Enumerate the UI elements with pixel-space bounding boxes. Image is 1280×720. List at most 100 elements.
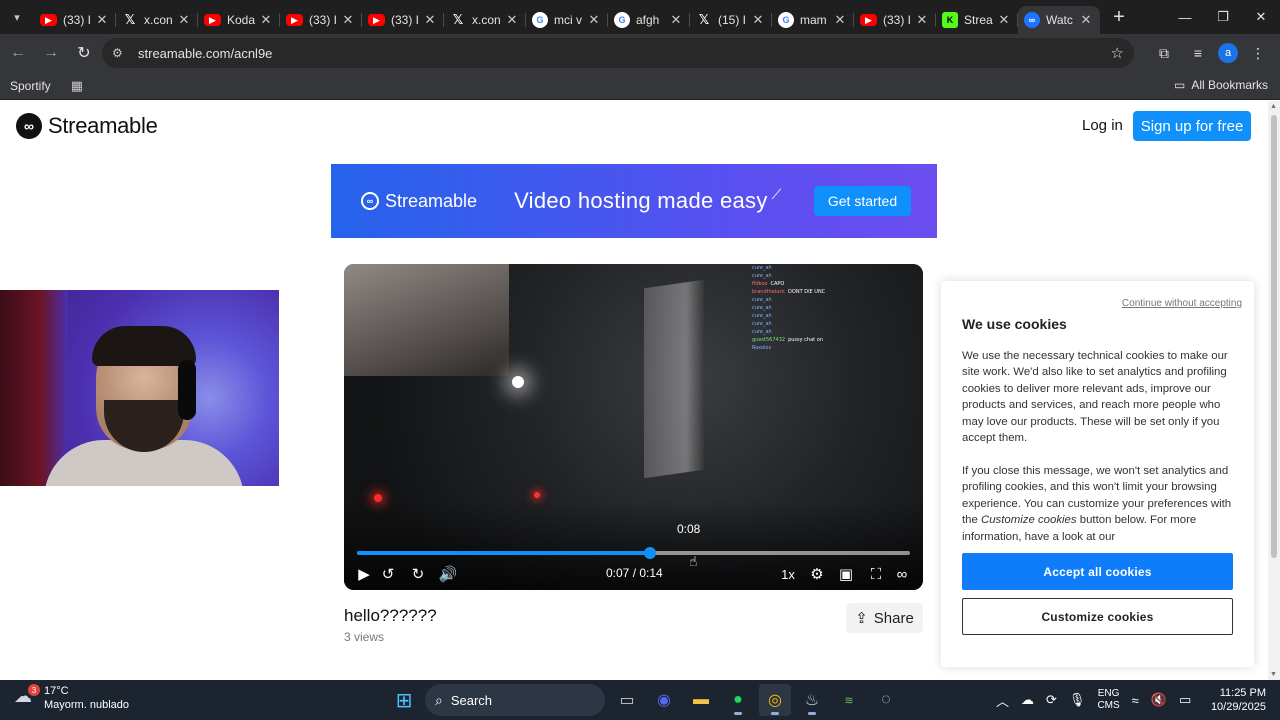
get-started-button[interactable]: Get started — [814, 186, 911, 216]
clock-time: 11:25 PM — [1219, 687, 1266, 699]
browser-tab[interactable]: ▶ (33) I ✕ — [280, 6, 362, 34]
tab-close-icon[interactable]: ✕ — [832, 12, 848, 28]
browser-tab[interactable]: ▶ (33) I ✕ — [34, 6, 116, 34]
steam-icon[interactable]: ♨ — [796, 684, 828, 716]
clock[interactable]: 11:25 PM 10/29/2025 — [1211, 686, 1266, 714]
scrollbar-thumb[interactable] — [1271, 115, 1277, 558]
onedrive-icon[interactable]: ☁ — [1021, 692, 1034, 708]
browser-tab[interactable]: 𝕏x.con ✕ — [116, 6, 198, 34]
browser-tab[interactable]: ▶ (33) I ✕ — [362, 6, 444, 34]
tab-close-icon[interactable]: ✕ — [586, 12, 602, 28]
back-button[interactable]: ← — [3, 38, 33, 68]
chat-message: CAPO — [770, 281, 785, 287]
wifi-icon[interactable]: ≈ — [1132, 693, 1139, 708]
new-tab-button[interactable]: + — [1104, 6, 1134, 29]
tab-close-icon[interactable]: ✕ — [1078, 12, 1094, 28]
menu-icon[interactable]: ⋮ — [1244, 39, 1272, 67]
battery-icon[interactable]: ▭ — [1179, 692, 1191, 708]
forward-button[interactable]: → — [36, 38, 66, 68]
scroll-down-icon[interactable]: ▼ — [1270, 671, 1277, 678]
video-player[interactable]: cure_ah cure_ah ffdkoo CAPO brandtheluck DONT… — [344, 264, 923, 590]
browser-tab[interactable]: Gmci v ✕ — [526, 6, 608, 34]
tab-close-icon[interactable]: ✕ — [750, 12, 766, 28]
tab-close-icon[interactable]: ✕ — [422, 12, 438, 28]
banner-brand: Streamable — [385, 190, 478, 211]
signup-button[interactable]: Sign up for free — [1133, 111, 1251, 141]
forward-icon[interactable]: ↻ — [408, 562, 428, 586]
tab-close-icon[interactable]: ✕ — [504, 12, 520, 28]
language-indicator[interactable]: ENG CMS — [1097, 688, 1119, 712]
seek-bar[interactable] — [357, 547, 910, 559]
browser-tab[interactable]: ▶ (33) I ✕ — [854, 6, 936, 34]
tab-close-icon[interactable]: ✕ — [258, 12, 274, 28]
site-info-icon[interactable]: ⚙ — [112, 46, 130, 60]
maximize-button[interactable]: ❐ — [1204, 0, 1242, 34]
chrome-icon[interactable]: ◎ — [759, 684, 791, 716]
task-view-icon[interactable]: ▭ — [611, 684, 643, 716]
profile-avatar[interactable]: a — [1218, 43, 1238, 63]
windows-start-icon[interactable]: ⊞ — [388, 684, 420, 716]
taskbar-search[interactable]: ⌕ Search — [425, 684, 605, 716]
tab-close-icon[interactable]: ✕ — [914, 12, 930, 28]
browser-tab[interactable]: Gmam ✕ — [772, 6, 854, 34]
tab-close-icon[interactable]: ✕ — [176, 12, 192, 28]
app-icon[interactable]: ≋ — [833, 684, 865, 716]
playback-speed-button[interactable]: 1x — [778, 562, 798, 586]
discord-icon[interactable]: ◉ — [648, 684, 680, 716]
show-hidden-icons[interactable]: ︿ — [996, 691, 1009, 710]
settings-icon[interactable]: ⚙ — [807, 562, 827, 586]
seek-tooltip: 0:08 — [677, 522, 701, 536]
minimize-button[interactable]: — — [1166, 0, 1204, 34]
browser-tab[interactable]: 𝕏x.con ✕ — [444, 6, 526, 34]
media-controls-icon[interactable]: ≡ — [1184, 39, 1212, 67]
volume-muted-icon[interactable]: 🔇 — [1151, 692, 1167, 708]
browser-tab[interactable]: 𝕏 (15) I ✕ — [690, 6, 772, 34]
app-icon[interactable]: ◌ — [870, 684, 902, 716]
fullscreen-icon[interactable]: ⛶ — [866, 562, 886, 586]
promo-banner[interactable]: ∞ Streamable Video hosting made easy ⟋ G… — [331, 164, 937, 238]
streamable-logo[interactable]: ∞ Streamable — [16, 113, 158, 139]
sync-icon[interactable]: ⟳ — [1046, 692, 1057, 708]
weather-widget[interactable]: ☁ 3 17°C Mayorm. nublado — [14, 684, 129, 712]
cookie-text-2: If you close this message, we won't set … — [962, 463, 1242, 545]
tab-close-icon[interactable]: ✕ — [94, 12, 110, 28]
bookmark-star-icon[interactable]: ☆ — [1111, 44, 1124, 62]
browser-tab[interactable]: ∞ Watc ✕ — [1018, 6, 1100, 34]
file-explorer-icon[interactable]: ▬ — [685, 684, 717, 716]
url-text: streamable.com/acnl9e — [138, 45, 273, 61]
accept-all-cookies-button[interactable]: Accept all cookies — [962, 553, 1233, 590]
login-link[interactable]: Log in — [1082, 117, 1123, 134]
reload-button[interactable]: ↻ — [69, 38, 99, 68]
scroll-up-icon[interactable]: ▲ — [1270, 103, 1277, 110]
browser-tab[interactable]: Gafgh ✕ — [608, 6, 690, 34]
continue-without-accepting-link[interactable]: Continue without accepting — [1122, 298, 1242, 309]
streamable-watermark-icon[interactable]: ∞ — [892, 562, 912, 586]
close-window-button[interactable]: ✕ — [1242, 0, 1280, 34]
browser-tab[interactable]: ▶ Koda ✕ — [198, 6, 280, 34]
share-button[interactable]: ⇪ Share — [846, 603, 923, 633]
tab-close-icon[interactable]: ✕ — [668, 12, 684, 28]
tab-search-dropdown-icon[interactable]: ▾ — [0, 0, 34, 34]
picture-in-picture-icon[interactable]: ▣ — [836, 562, 856, 586]
extensions-icon[interactable]: ⧉ — [1150, 39, 1178, 67]
seek-handle[interactable] — [644, 547, 657, 559]
chat-line: Roxolos — [752, 344, 872, 352]
google-icon: G — [614, 12, 630, 28]
browser-tab[interactable]: K Strea ✕ — [936, 6, 1018, 34]
customize-cookies-button[interactable]: Customize cookies — [962, 598, 1233, 635]
play-icon[interactable]: ▶ — [354, 562, 374, 586]
tab-close-icon[interactable]: ✕ — [996, 12, 1012, 28]
kick-icon: K — [942, 12, 958, 28]
volume-icon[interactable]: 🔊 — [438, 562, 458, 586]
google-icon: G — [532, 12, 548, 28]
rewind-icon[interactable]: ↺ — [378, 562, 398, 586]
all-bookmarks-button[interactable]: ▭ All Bookmarks — [1174, 78, 1268, 92]
tab-close-icon[interactable]: ✕ — [340, 12, 356, 28]
clock-date: 10/29/2025 — [1210, 701, 1266, 713]
spotify-icon[interactable]: ● — [722, 684, 754, 716]
page-scrollbar[interactable]: ▲ ▼ — [1268, 101, 1280, 680]
apps-grid-icon[interactable]: ▦ — [71, 78, 83, 94]
address-bar[interactable]: ⚙ streamable.com/acnl9e ☆ — [102, 38, 1134, 68]
microphone-icon[interactable]: 🎙 — [1069, 692, 1086, 708]
bookmark-sportify[interactable]: Sportify — [10, 79, 51, 93]
